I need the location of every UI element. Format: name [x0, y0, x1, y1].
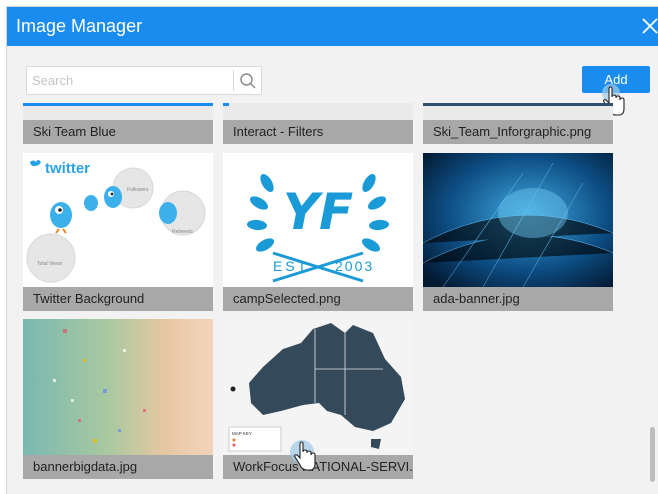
camp-year-text: 2003 — [335, 258, 374, 274]
image-name: Ski Team Blue — [23, 120, 213, 144]
scrollbar-thumb[interactable] — [650, 427, 655, 482]
image-thumbnail — [23, 319, 213, 455]
image-name: campSelected.png — [223, 287, 413, 311]
image-thumbnail — [423, 153, 613, 287]
dialog-title: Image Manager — [16, 16, 143, 36]
image-card[interactable]: ada-banner.jpg — [423, 153, 613, 311]
image-name: bannerbigdata.jpg — [23, 455, 213, 479]
search-icon[interactable] — [239, 72, 257, 90]
map-key-text: MAP KEY — [232, 431, 252, 436]
followers-bubble-text: Followers — [127, 187, 149, 193]
image-card[interactable]: bannerbigdata.jpg — [23, 319, 213, 479]
selected-accent — [23, 103, 213, 106]
image-thumbnail: twitter Followers Retweets Total Views — [23, 153, 213, 287]
image-thumbnail: YF EST 2003 — [223, 153, 413, 287]
image-card[interactable]: Interact - Filters — [223, 103, 413, 144]
total-views-bubble-text: Total Views — [37, 261, 63, 267]
image-card[interactable]: twitter Followers Retweets Total Views T… — [23, 153, 213, 311]
close-icon[interactable] — [641, 17, 658, 35]
image-name: WorkFocus NATIONAL-SERVI... — [223, 455, 413, 479]
search-divider — [233, 70, 234, 91]
image-name: Interact - Filters — [223, 120, 413, 144]
thumb-edge — [423, 103, 613, 106]
image-thumbnail: MAP KEY — [223, 319, 413, 455]
search-input[interactable] — [27, 67, 238, 94]
image-card[interactable]: Ski_Team_Inforgraphic.png — [423, 103, 613, 144]
search-box — [26, 66, 262, 95]
twitter-logo-text: twitter — [45, 160, 90, 177]
retweets-bubble-text: Retweets — [172, 229, 193, 235]
image-name: ada-banner.jpg — [423, 287, 613, 311]
image-name: Twitter Background — [23, 287, 213, 311]
image-grid: Ski Team Blue Interact - Filters Ski_Tea… — [7, 103, 647, 494]
image-card[interactable]: YF EST 2003 campSelected.png — [223, 153, 413, 311]
image-card[interactable]: MAP KEY WorkFocus NATIONAL-SERVI... — [223, 319, 413, 479]
image-name: Ski_Team_Inforgraphic.png — [423, 120, 613, 144]
image-card[interactable]: Ski Team Blue — [23, 103, 213, 144]
camp-logo-text: YF — [283, 183, 353, 241]
thumb-edge — [223, 103, 229, 106]
dialog-titlebar: Image Manager — [7, 7, 658, 46]
camp-est-text: EST — [273, 258, 309, 274]
image-manager-dialog: Image Manager Add Ski Team Blue Interact… — [6, 6, 658, 494]
hand-cursor-icon — [290, 440, 316, 471]
